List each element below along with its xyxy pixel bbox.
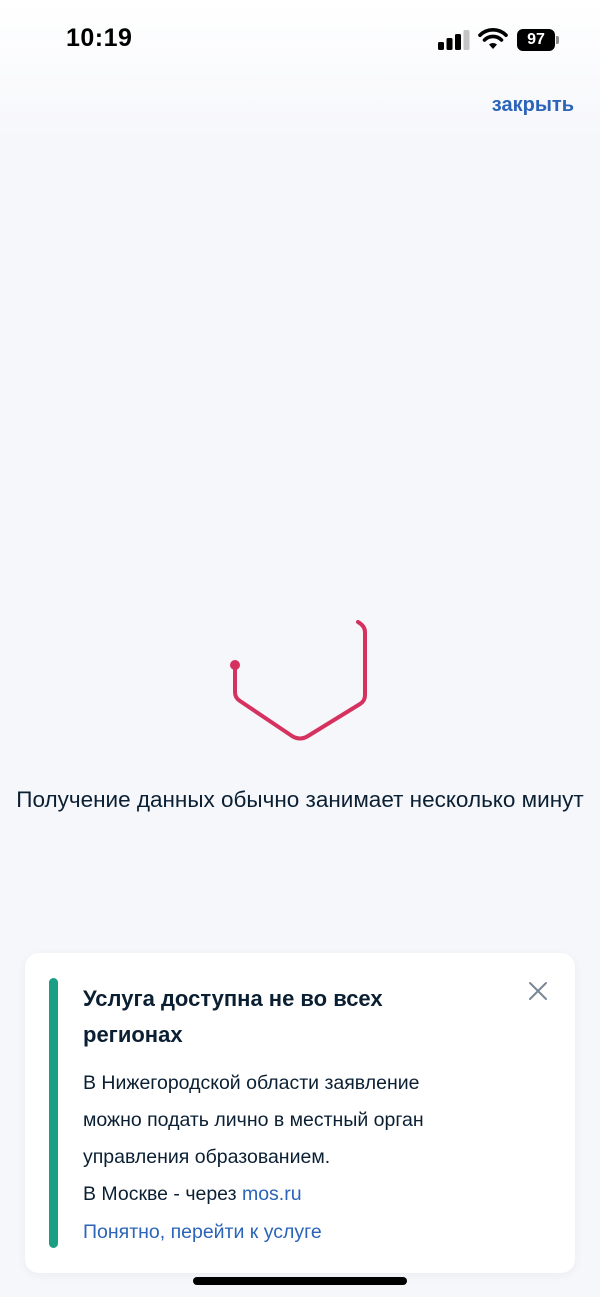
notice-moscow-line: В Москве - через mos.ru (83, 1176, 523, 1213)
wifi-icon (478, 28, 508, 49)
signal-icon (438, 30, 470, 50)
home-indicator[interactable] (193, 1277, 407, 1285)
battery-icon: 97 (517, 29, 555, 51)
notice-title: Услуга доступна не во всех регионах (83, 986, 383, 1047)
notice-body-line: В Нижегородской области заявление (83, 1072, 420, 1094)
notice-card: Услуга доступна не во всех регионах В Ни… (25, 953, 575, 1273)
battery-level: 97 (527, 31, 545, 48)
mos-ru-link[interactable]: mos.ru (242, 1183, 302, 1205)
close-button[interactable]: закрыть (492, 94, 574, 117)
spinner-icon (230, 620, 367, 741)
go-to-service-link[interactable]: Понятно, перейти к услуге (83, 1217, 322, 1247)
notice-body: В Нижегородской области заявление можно … (83, 1065, 523, 1213)
notice-body-line: можно подать лично в местный орган (83, 1109, 424, 1131)
status-time: 10:19 (66, 24, 133, 52)
notice-accent-stripe (49, 978, 58, 1248)
battery-cap (556, 36, 559, 44)
close-icon[interactable] (527, 980, 549, 1002)
status-bar: 10:19 97 (0, 0, 600, 80)
notice-moscow-prefix: В Москве - через (83, 1183, 242, 1205)
notice-body-line: управления образованием. (83, 1146, 331, 1168)
loading-message: Получение данных обычно занимает несколь… (16, 787, 584, 812)
